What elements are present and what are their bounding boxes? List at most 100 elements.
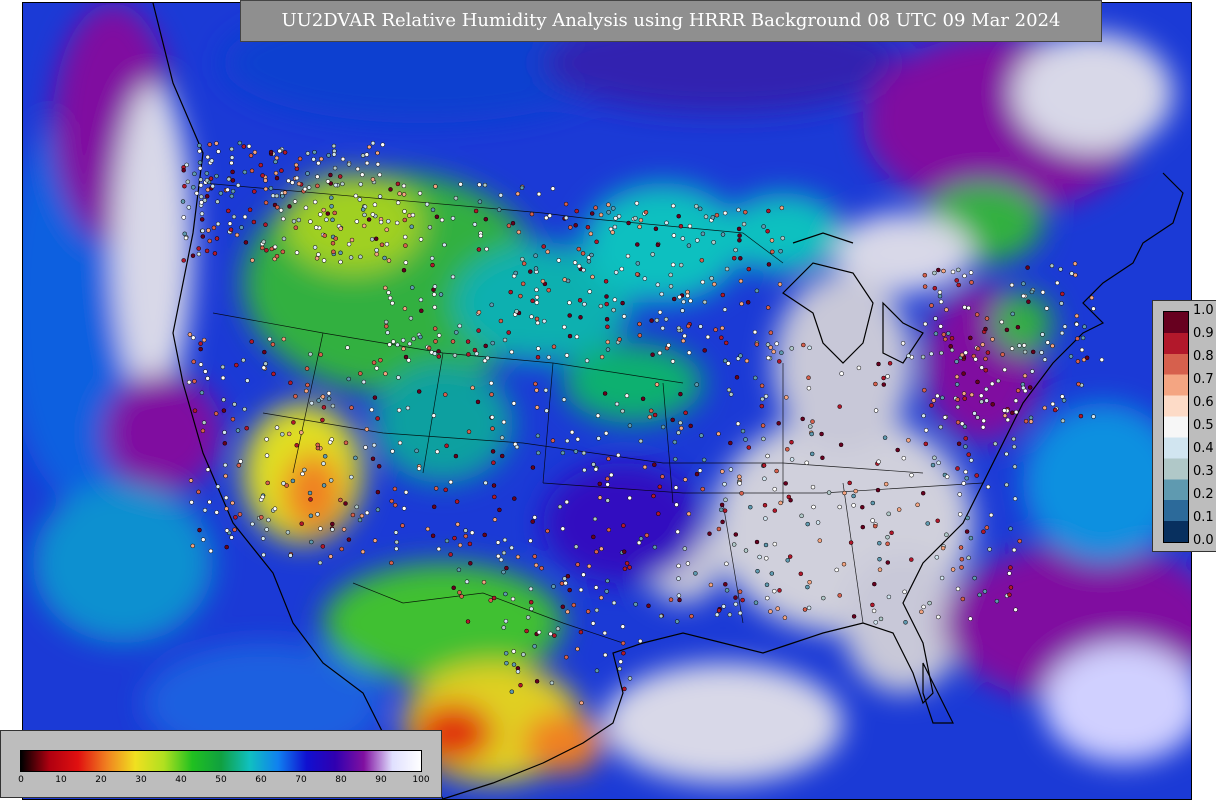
station-dot (529, 606, 534, 612)
station-dot (397, 191, 402, 196)
station-dot (383, 371, 388, 376)
station-dot (395, 181, 401, 187)
station-dot (390, 300, 395, 306)
station-dot (231, 214, 237, 220)
station-dot (190, 253, 196, 258)
station-dot (325, 179, 331, 184)
station-dot (753, 600, 759, 605)
station-dot (597, 481, 603, 487)
station-dot (185, 179, 191, 185)
station-dot (452, 353, 458, 358)
station-dot (214, 510, 219, 515)
station-dot (343, 501, 348, 506)
station-dot (640, 396, 646, 402)
station-dot (466, 429, 472, 434)
station-dot (277, 148, 282, 154)
station-dot (581, 450, 587, 456)
station-dot (606, 202, 611, 207)
station-dot (771, 349, 776, 354)
station-dot (220, 375, 226, 381)
station-dot (402, 209, 407, 214)
station-dot (1002, 367, 1007, 373)
station-dot (367, 144, 372, 150)
station-dot (695, 238, 700, 243)
station-dot (294, 175, 300, 181)
station-dot (271, 371, 276, 377)
station-dot (980, 425, 986, 430)
station-dot (777, 359, 782, 364)
station-dot (819, 431, 824, 437)
station-dot (483, 343, 488, 349)
station-dot (533, 253, 538, 258)
station-dot (801, 342, 806, 348)
station-dot (332, 165, 338, 171)
station-dot (954, 374, 960, 380)
station-dot (182, 183, 187, 189)
station-dot (737, 589, 743, 594)
station-dot (668, 272, 673, 278)
station-dot (237, 512, 243, 517)
station-dot (996, 378, 1001, 384)
station-dot (604, 294, 609, 299)
station-dot (338, 226, 343, 231)
station-dot (999, 319, 1004, 325)
station-dot (498, 557, 504, 563)
station-dot (359, 513, 365, 519)
station-dot (484, 246, 489, 252)
station-dot (533, 266, 539, 271)
station-dot (353, 455, 358, 461)
station-dot (923, 428, 929, 433)
station-dot (245, 378, 250, 383)
station-dot (354, 504, 359, 510)
station-dot (969, 280, 974, 285)
station-dot (606, 527, 612, 533)
station-dot (955, 586, 961, 592)
station-dot (1075, 336, 1080, 341)
station-dot (375, 416, 380, 421)
station-dot (340, 181, 345, 187)
station-dot (360, 207, 366, 212)
station-dot (265, 480, 270, 486)
station-dot (580, 251, 586, 256)
station-dot (341, 527, 347, 532)
station-dot (598, 303, 604, 309)
station-dot (943, 336, 948, 342)
station-dot (920, 354, 926, 360)
station-dot (431, 413, 437, 418)
station-dot (1059, 301, 1064, 306)
station-dot (503, 618, 509, 624)
station-dot (737, 610, 743, 616)
station-dot (204, 194, 210, 199)
station-dot (313, 225, 319, 230)
station-dot (358, 182, 363, 187)
station-dot (931, 398, 936, 403)
station-dot (528, 599, 534, 605)
station-dot (330, 240, 336, 246)
station-dot (1040, 332, 1045, 337)
station-dot (357, 197, 363, 202)
station-dot (331, 152, 337, 157)
station-dot (1012, 444, 1017, 450)
station-dot (260, 245, 265, 251)
station-dot (282, 190, 288, 195)
station-dot (432, 284, 438, 289)
station-dot (597, 495, 603, 500)
station-dot (644, 533, 650, 538)
station-dot (975, 415, 980, 420)
station-dot (1028, 415, 1034, 421)
station-dot (229, 160, 234, 166)
station-dot (372, 538, 378, 543)
station-dot (197, 143, 202, 148)
station-dot (207, 142, 212, 147)
station-dot (769, 571, 775, 576)
station-dot (685, 561, 691, 566)
station-dot (268, 186, 274, 191)
station-dot (292, 199, 298, 204)
station-dot (508, 289, 513, 295)
station-dot (716, 608, 722, 613)
station-dot (727, 612, 733, 617)
station-dot (380, 142, 385, 147)
station-dot (208, 548, 214, 554)
station-dot (906, 438, 911, 443)
station-dot (678, 391, 683, 397)
